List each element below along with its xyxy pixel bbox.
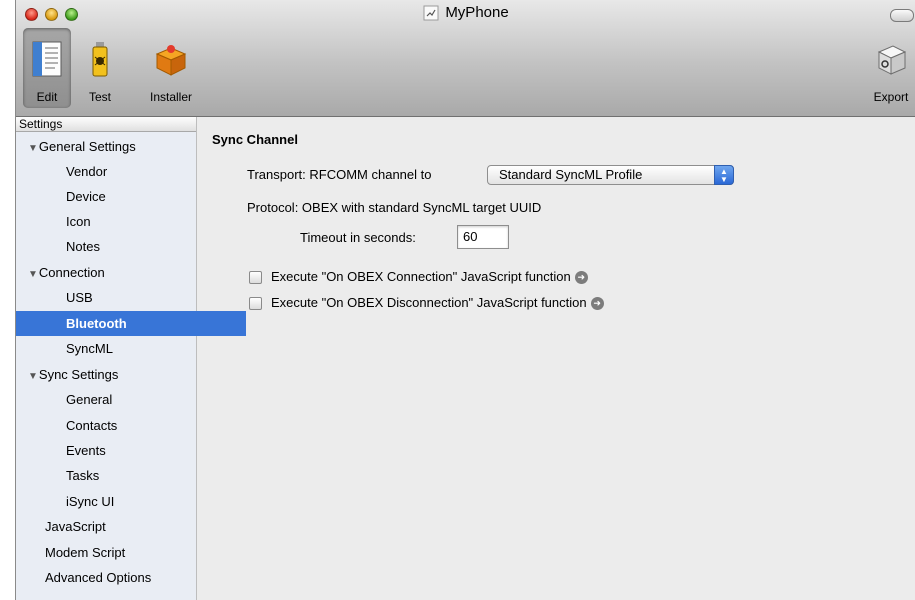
transport-row: Transport: RFCOMM channel to xyxy=(247,166,431,184)
sidebar-item-label: Tasks xyxy=(66,468,100,483)
sidebar-item-label: Bluetooth xyxy=(66,316,127,331)
toolbar-toggle-button[interactable] xyxy=(890,9,914,22)
transport-popup-value: Standard SyncML Profile xyxy=(499,167,643,182)
sidebar-item-label: Notes xyxy=(66,239,100,254)
sidebar-item-label: General xyxy=(66,392,113,407)
sidebar-item-advanced-options[interactable]: Advanced Options xyxy=(16,565,225,590)
sidebar-item-javascript[interactable]: JavaScript xyxy=(16,514,225,539)
sidebar-item-label: JavaScript xyxy=(45,519,106,534)
obex-connection-label: Execute "On OBEX Connection" JavaScript … xyxy=(271,269,571,284)
settings-panel: Sync Channel Transport: RFCOMM channel t… xyxy=(197,117,915,600)
sidebar-item-label: Events xyxy=(66,443,106,458)
settings-sidebar: Settings ▼General Settings Vendor Device… xyxy=(16,117,246,600)
section-title: Sync Channel xyxy=(212,132,298,147)
sidebar-item-label: SyncML xyxy=(66,341,113,356)
obex-disconnection-row: Execute "On OBEX Disconnection" JavaScri… xyxy=(271,294,604,312)
popup-arrows-icon: ▲ ▼ xyxy=(714,165,734,185)
transport-label: Transport: xyxy=(247,167,306,182)
sidebar-item-label: Icon xyxy=(66,214,91,229)
toolbar-installer-label: Installer xyxy=(149,90,193,104)
sidebar-group-connection[interactable]: ▼Connection xyxy=(16,260,208,285)
arrow-right-icon[interactable]: ➜ xyxy=(590,297,604,311)
disclosure-triangle-icon[interactable]: ▼ xyxy=(28,143,38,154)
app-window: MyPhone Edit Test Installer Export Setti… xyxy=(15,0,915,600)
arrow-right-icon[interactable]: ➜ xyxy=(574,271,588,285)
export-lego-icon xyxy=(877,45,907,75)
protocol-text: Protocol: OBEX with standard SyncML targ… xyxy=(247,200,542,215)
window-title: MyPhone xyxy=(16,2,915,24)
toolbar-edit-button[interactable]: Edit xyxy=(23,28,71,108)
sidebar-item-modem-script[interactable]: Modem Script xyxy=(16,540,225,565)
disclosure-triangle-icon[interactable]: ▼ xyxy=(28,269,38,280)
document-icon xyxy=(423,5,439,21)
transport-prefix: RFCOMM channel to xyxy=(309,167,432,182)
sidebar-item-label: General Settings xyxy=(38,139,136,154)
sidebar-group-general-settings[interactable]: ▼General Settings xyxy=(16,134,208,159)
obex-connection-checkbox[interactable] xyxy=(249,271,262,284)
sidebar-item-label: Sync Settings xyxy=(38,367,119,382)
obex-connection-row: Execute "On OBEX Connection" JavaScript … xyxy=(271,268,588,286)
sidebar-item-label: Vendor xyxy=(66,164,108,179)
obex-disconnection-checkbox[interactable] xyxy=(249,297,262,310)
sidebar-item-label: iSync UI xyxy=(66,494,115,509)
bug-spray-icon xyxy=(92,42,108,77)
sidebar-group-sync-settings[interactable]: ▼Sync Settings xyxy=(16,362,208,387)
toolbar-export-label: Export xyxy=(873,90,909,104)
package-icon xyxy=(155,45,187,76)
timeout-label: Timeout in seconds: xyxy=(300,230,416,245)
toolbar-test-label: Test xyxy=(88,90,111,104)
sidebar-item-label: Modem Script xyxy=(45,545,126,560)
obex-disconnection-label: Execute "On OBEX Disconnection" JavaScri… xyxy=(271,295,587,310)
sidebar-item-label: Connection xyxy=(38,265,105,280)
sidebar-item-label: Advanced Options xyxy=(45,570,152,585)
toolbar-installer-button[interactable]: Installer xyxy=(140,28,202,108)
window-title-text: MyPhone xyxy=(445,4,509,21)
sidebar-item-label: Device xyxy=(66,189,106,204)
sidebar-header: Settings xyxy=(16,117,196,132)
titlebar: MyPhone Edit Test Installer Export xyxy=(16,0,915,117)
toolbar-export-button[interactable]: Export xyxy=(866,28,915,108)
sidebar-item-label: USB xyxy=(66,290,93,305)
transport-popup[interactable]: Standard SyncML Profile ▲ ▼ xyxy=(487,165,734,185)
edit-document-icon xyxy=(32,41,62,77)
timeout-input[interactable]: 60 xyxy=(457,225,509,249)
toolbar-edit-label: Edit xyxy=(36,90,58,104)
toolbar-test-button[interactable]: Test xyxy=(79,28,121,108)
sidebar-item-label: Contacts xyxy=(66,418,118,433)
disclosure-triangle-icon[interactable]: ▼ xyxy=(28,371,38,382)
